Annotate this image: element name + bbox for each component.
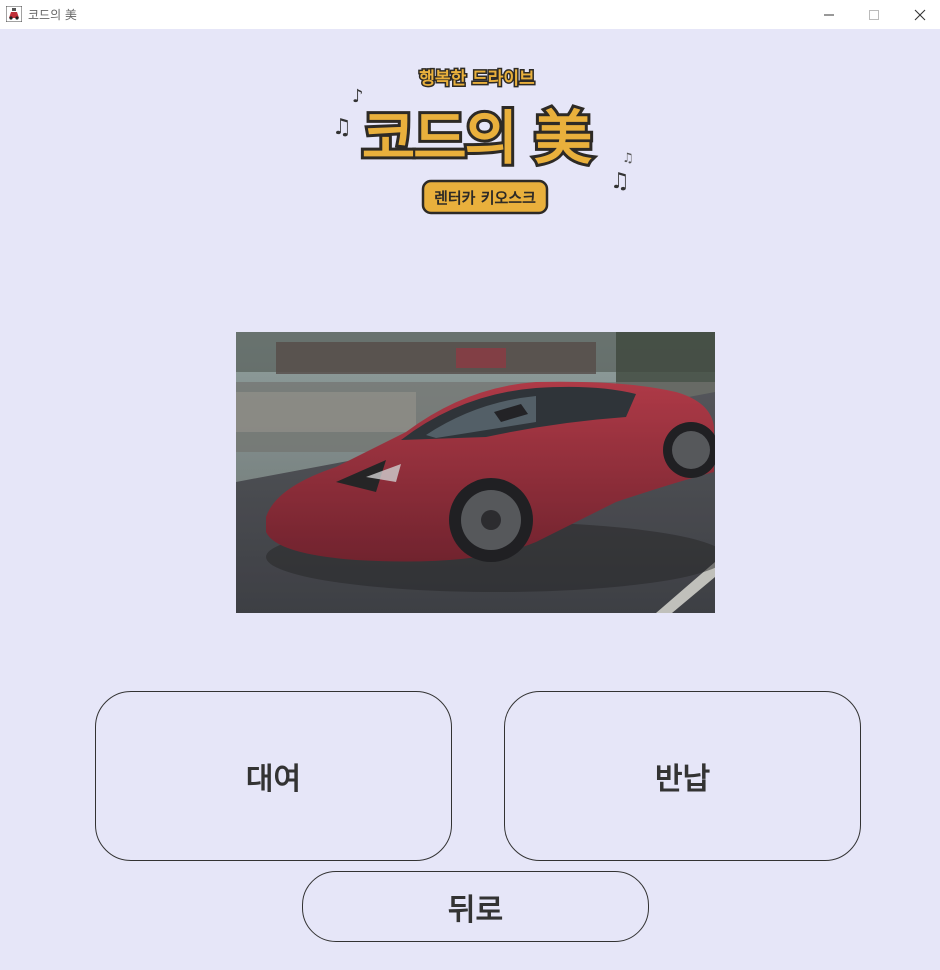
- back-button-label: 뒤로: [447, 892, 504, 928]
- close-icon: [914, 9, 926, 20]
- car-photo: [236, 332, 715, 613]
- svg-text:♫: ♫: [332, 115, 352, 140]
- title-bar: 코드의 美: [0, 0, 940, 29]
- logo-subtitle: 행복한 드라이브: [419, 69, 535, 89]
- minimize-button[interactable]: [806, 0, 852, 29]
- svg-text:♫: ♫: [610, 169, 630, 194]
- close-button[interactable]: [897, 0, 940, 29]
- brand-logo: ♪ ♫ ♫ ♫ 행복한 드라이브 코드의 美 렌터카 키오스크: [332, 68, 634, 215]
- rent-button[interactable]: 대여: [95, 691, 452, 861]
- rent-button-label: 대여: [245, 762, 302, 797]
- svg-text:♫: ♫: [622, 151, 634, 166]
- return-button-label: 반납: [654, 762, 711, 797]
- logo-badge-text: 렌터카 키오스크: [434, 189, 536, 207]
- minimize-icon: [824, 14, 834, 15]
- logo-main: 코드의 美: [362, 104, 592, 172]
- return-button[interactable]: 반납: [504, 691, 861, 861]
- maximize-button[interactable]: [851, 0, 897, 29]
- back-button[interactable]: 뒤로: [302, 871, 649, 942]
- app-window: 코드의 美 ♪ ♫ ♫ ♫ 행복한 드라이브 코드의 美 렌터카 키오스크 대여…: [0, 0, 940, 970]
- maximize-icon: [869, 9, 879, 20]
- app-icon: [6, 6, 22, 22]
- window-title: 코드의 美: [28, 8, 77, 22]
